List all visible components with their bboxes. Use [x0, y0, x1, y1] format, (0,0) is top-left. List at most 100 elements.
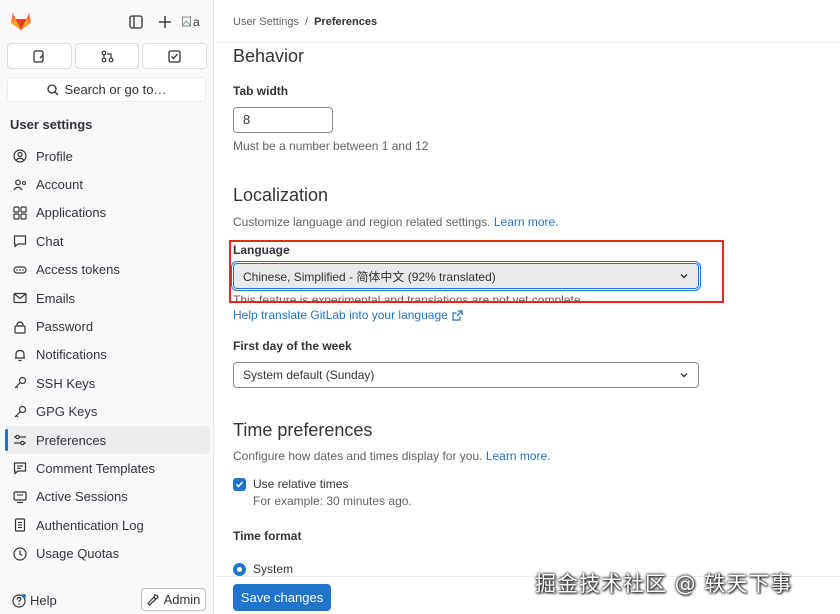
help-button[interactable]: Help: [12, 593, 57, 608]
sidebar-item-label: Preferences: [36, 432, 107, 448]
sidebar-item-authentication-log[interactable]: Authentication Log: [5, 511, 210, 539]
issues-icon: [33, 49, 44, 63]
lock-icon: [13, 320, 27, 334]
wrench-icon: [146, 593, 159, 606]
todo-icon: [168, 49, 181, 63]
log-icon: [13, 518, 27, 532]
quick-actions: [7, 43, 208, 69]
sidebar-item-label: Comment Templates: [36, 460, 155, 476]
tab-width-input[interactable]: 8: [233, 107, 333, 133]
sidebar-item-label: GPG Keys: [36, 404, 98, 420]
sidebar-toggle-icon[interactable]: [125, 11, 147, 33]
sidebar-item-label: Authentication Log: [36, 517, 144, 533]
localization-description-text: Customize language and region related se…: [233, 215, 491, 229]
sidebar-item-applications[interactable]: Applications: [5, 199, 210, 227]
sidebar-item-label: Applications: [36, 205, 107, 221]
quota-icon: [13, 547, 27, 561]
sidebar-top: a: [0, 0, 214, 42]
tab-width-help: Must be a number between 1 and 12: [233, 139, 429, 153]
comment-icon: [13, 461, 27, 476]
sidebar-item-account[interactable]: Account: [5, 170, 210, 198]
watermark: 掘金技术社区 @ 轶天下事: [535, 572, 793, 596]
help-label: Help: [30, 593, 57, 608]
create-new-icon[interactable]: [154, 11, 176, 33]
chevron-down-icon: [680, 373, 688, 378]
key-icon: [13, 376, 27, 390]
relative-times-help: For example: 30 minutes ago.: [253, 494, 412, 508]
sidebar-item-password[interactable]: Password: [5, 312, 210, 340]
sidebar-item-label: Password: [36, 319, 94, 335]
preferences-icon: [13, 433, 27, 447]
localization-learn-more-link[interactable]: Learn more.: [494, 215, 559, 229]
time-format-system-option[interactable]: System: [233, 562, 293, 576]
sidebar-item-gpg-keys[interactable]: GPG Keys: [5, 398, 210, 426]
merge-request-icon: [101, 50, 113, 62]
behavior-title: Behavior: [233, 46, 305, 66]
time-preferences-learn-more-link[interactable]: Learn more.: [486, 449, 551, 463]
account-icon: [13, 178, 27, 192]
avatar-alt-text: a: [193, 15, 200, 29]
sidebar-item-label: Notifications: [36, 347, 107, 363]
sidebar-item-comment-templates[interactable]: Comment Templates: [5, 454, 210, 482]
time-format-label: Time format: [233, 529, 302, 543]
issues-button[interactable]: [7, 43, 72, 69]
sidebar-item-label: Account: [36, 177, 83, 193]
help-translate-link[interactable]: Help translate GitLab into your language: [233, 308, 463, 322]
relative-times-checkbox[interactable]: [233, 477, 246, 491]
sidebar-nav: Profile Account Applications Chat Access…: [5, 142, 210, 568]
sidebar-item-emails[interactable]: Emails: [5, 284, 210, 312]
time-preferences-description-text: Configure how dates and times display fo…: [233, 449, 483, 463]
monitor-icon: [13, 490, 27, 504]
breadcrumb-current: Preferences: [314, 16, 378, 28]
time-format-system-radio[interactable]: [233, 562, 246, 576]
sidebar-item-notifications[interactable]: Notifications: [5, 341, 210, 369]
chat-icon: [13, 234, 27, 249]
sidebar-item-label: SSH Keys: [36, 375, 96, 391]
sidebar-item-active-sessions[interactable]: Active Sessions: [5, 483, 210, 511]
save-changes-button[interactable]: Save changes: [233, 584, 331, 611]
relative-times-option[interactable]: Use relative times: [233, 477, 348, 491]
time-preferences-title: Time preferences: [233, 420, 373, 440]
external-link-icon: [452, 309, 463, 321]
sidebar-item-label: Active Sessions: [36, 489, 128, 505]
breadcrumb-user-settings[interactable]: User Settings: [233, 16, 299, 28]
help-icon: [12, 594, 26, 608]
localization-title: Localization: [233, 185, 329, 205]
checkmark-icon: [235, 481, 244, 488]
sidebar-item-preferences[interactable]: Preferences: [5, 425, 210, 455]
token-icon: [13, 263, 27, 277]
sidebar-heading: User settings: [10, 117, 93, 132]
top-bar: User Settings / Preferences: [215, 0, 840, 43]
bell-icon: [13, 348, 27, 362]
first-day-selected-value: System default (Sunday): [243, 368, 375, 382]
sidebar-item-label: Usage Quotas: [36, 546, 120, 562]
first-day-select[interactable]: System default (Sunday): [233, 362, 699, 388]
search-label: Search or go to…: [64, 82, 167, 97]
search-button[interactable]: Search or go to…: [7, 77, 206, 102]
help-translate-label: Help translate GitLab into your language: [233, 308, 448, 322]
sidebar-item-usage-quotas[interactable]: Usage Quotas: [5, 539, 210, 567]
email-icon: [13, 291, 27, 305]
sidebar-item-ssh-keys[interactable]: SSH Keys: [5, 369, 210, 397]
sidebar-item-label: Emails: [36, 290, 76, 306]
breadcrumb-separator: /: [305, 16, 309, 28]
sidebar-item-label: Profile: [36, 148, 73, 164]
sidebar-item-label: Access tokens: [36, 262, 120, 278]
avatar[interactable]: a: [182, 12, 204, 32]
todo-button[interactable]: [142, 43, 208, 69]
sidebar-item-chat[interactable]: Chat: [5, 227, 210, 255]
localization-description: Customize language and region related se…: [233, 215, 559, 229]
sidebar-item-label: Chat: [36, 233, 64, 249]
time-format-system-label: System: [253, 562, 294, 576]
merge-requests-button[interactable]: [74, 43, 140, 69]
relative-times-label: Use relative times: [253, 477, 349, 491]
admin-button[interactable]: Admin: [141, 588, 206, 611]
sidebar-item-profile[interactable]: Profile: [5, 142, 210, 170]
profile-icon: [13, 149, 27, 163]
tab-width-label: Tab width: [233, 84, 289, 98]
sidebar-item-access-tokens[interactable]: Access tokens: [5, 256, 210, 284]
search-icon: [46, 83, 59, 95]
admin-label: Admin: [163, 592, 201, 607]
gitlab-logo-icon[interactable]: [10, 11, 32, 31]
sidebar: a Search or go to… User settings Profile…: [0, 0, 214, 614]
